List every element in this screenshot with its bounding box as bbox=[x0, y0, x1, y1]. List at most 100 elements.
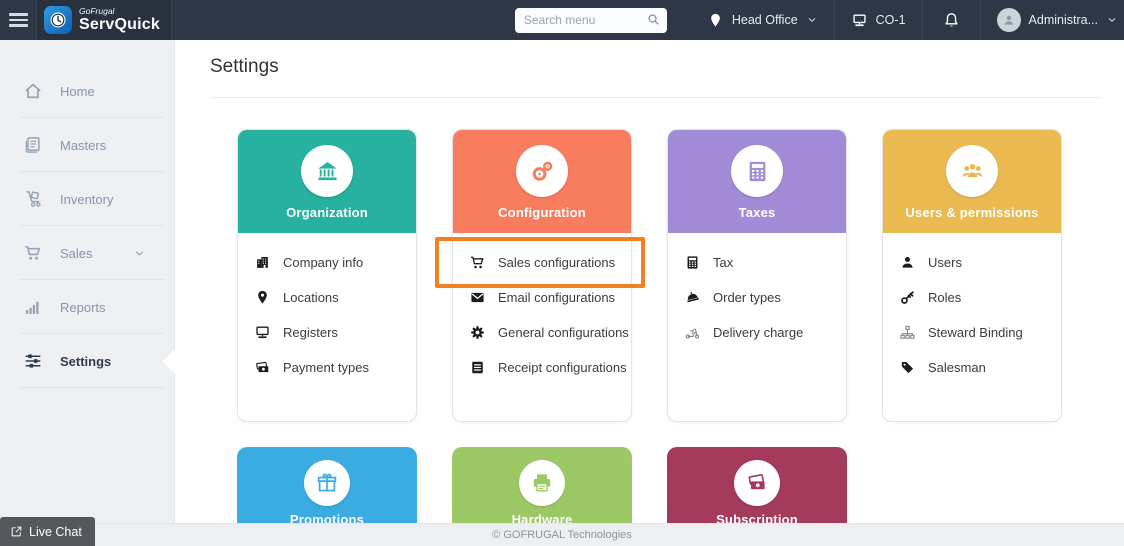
card-users-permissions: Users & permissions Users Roles Steward … bbox=[882, 129, 1062, 422]
cash-icon bbox=[745, 471, 769, 495]
user-menu[interactable]: Administra... bbox=[980, 0, 1124, 40]
servquick-clock-icon bbox=[44, 6, 72, 34]
link-roles[interactable]: Roles bbox=[899, 280, 1061, 315]
sidebar-item-label: Inventory bbox=[60, 192, 113, 207]
link-order-types[interactable]: Order types bbox=[684, 280, 846, 315]
brand-name: ServQuick bbox=[79, 17, 160, 33]
link-receipt-configurations[interactable]: Receipt configurations bbox=[469, 350, 631, 385]
monitor-icon bbox=[851, 12, 868, 29]
location-selector[interactable]: Head Office bbox=[691, 0, 834, 40]
avatar-person-icon bbox=[1001, 12, 1017, 28]
search-input[interactable] bbox=[515, 8, 667, 33]
sidebar: Home Masters Inventory Sales Reports Set… bbox=[0, 40, 175, 546]
title-divider bbox=[210, 97, 1102, 98]
gift-icon bbox=[315, 471, 339, 495]
card-icon-circle bbox=[304, 460, 350, 506]
reports-icon bbox=[23, 297, 43, 317]
card-icon-circle bbox=[946, 145, 998, 197]
sidebar-item-inventory[interactable]: Inventory bbox=[0, 172, 174, 226]
chevron-down-icon bbox=[806, 14, 818, 26]
link-delivery-charge[interactable]: Delivery charge bbox=[684, 315, 846, 350]
masters-icon bbox=[23, 135, 43, 155]
bank-icon bbox=[314, 158, 341, 185]
link-users[interactable]: Users bbox=[899, 245, 1061, 280]
card-taxes: Taxes Tax Order types Delivery charge bbox=[667, 129, 847, 422]
scooter-icon bbox=[684, 324, 701, 341]
card-configuration: Configuration Sales configurations Email… bbox=[452, 129, 632, 422]
sidebar-item-home[interactable]: Home bbox=[0, 64, 174, 118]
settings-cards-row-1: Organization Company info Locations Regi… bbox=[237, 129, 1124, 422]
link-company-info[interactable]: Company info bbox=[254, 245, 416, 280]
users-group-icon bbox=[959, 158, 986, 185]
sidebar-item-label: Sales bbox=[60, 246, 93, 261]
chevron-down-icon bbox=[133, 247, 146, 260]
sidebar-item-label: Home bbox=[60, 84, 95, 99]
card-title: Configuration bbox=[498, 205, 586, 220]
payment-cash-icon bbox=[254, 359, 271, 376]
sidebar-item-settings[interactable]: Settings bbox=[0, 334, 174, 388]
card-icon-circle bbox=[734, 460, 780, 506]
gear-icon bbox=[469, 324, 486, 341]
tag-icon bbox=[899, 359, 916, 376]
bell-icon bbox=[942, 11, 961, 30]
external-link-icon bbox=[10, 525, 23, 538]
calculator-icon bbox=[744, 158, 771, 185]
receipt-icon bbox=[469, 359, 486, 376]
calculator-icon bbox=[684, 254, 701, 271]
service-bell-icon bbox=[684, 289, 701, 306]
register-icon bbox=[254, 324, 271, 341]
sidebar-item-sales[interactable]: Sales bbox=[0, 226, 174, 280]
link-salesman[interactable]: Salesman bbox=[899, 350, 1061, 385]
app-logo: GoFrugal ServQuick bbox=[36, 0, 172, 40]
link-payment-types[interactable]: Payment types bbox=[254, 350, 416, 385]
copyright-text: © GOFRUGAL Technologies bbox=[492, 529, 632, 541]
link-tax[interactable]: Tax bbox=[684, 245, 846, 280]
card-header: Users & permissions bbox=[883, 130, 1061, 233]
link-locations[interactable]: Locations bbox=[254, 280, 416, 315]
user-label: Administra... bbox=[1029, 13, 1098, 27]
card-icon-circle bbox=[731, 145, 783, 197]
printer-icon bbox=[530, 471, 554, 495]
live-chat-button[interactable]: Live Chat bbox=[0, 517, 95, 546]
card-title: Organization bbox=[286, 205, 368, 220]
home-icon bbox=[23, 81, 43, 101]
user-icon bbox=[899, 254, 916, 271]
inventory-icon bbox=[23, 189, 43, 209]
card-icon-circle bbox=[519, 460, 565, 506]
card-organization: Organization Company info Locations Regi… bbox=[237, 129, 417, 422]
topbar: GoFrugal ServQuick Head Office CO-1 Admi… bbox=[0, 0, 1124, 40]
link-email-configurations[interactable]: Email configurations bbox=[469, 280, 631, 315]
chevron-down-icon bbox=[1106, 14, 1118, 26]
link-general-configurations[interactable]: General configurations bbox=[469, 315, 631, 350]
card-icon-circle bbox=[516, 145, 568, 197]
cart-icon bbox=[469, 254, 486, 271]
location-pin-icon bbox=[707, 12, 724, 29]
search-box bbox=[515, 8, 667, 33]
key-icon bbox=[899, 289, 916, 306]
notifications-button[interactable] bbox=[922, 0, 980, 40]
card-title: Taxes bbox=[739, 205, 776, 220]
hamburger-menu-icon[interactable] bbox=[0, 0, 36, 40]
brand-small: GoFrugal bbox=[79, 7, 160, 16]
sitemap-icon bbox=[899, 324, 916, 341]
card-header: Organization bbox=[238, 130, 416, 233]
card-header: Configuration bbox=[453, 130, 631, 233]
card-header: Taxes bbox=[668, 130, 846, 233]
sliders-icon bbox=[23, 351, 43, 371]
footer: © GOFRUGAL Technologies bbox=[0, 523, 1124, 546]
sidebar-item-reports[interactable]: Reports bbox=[0, 280, 174, 334]
location-label: Head Office bbox=[732, 13, 798, 27]
gears-icon bbox=[529, 158, 556, 185]
page-title: Settings bbox=[175, 40, 1124, 78]
link-sales-configurations[interactable]: Sales configurations bbox=[469, 245, 631, 280]
link-steward-binding[interactable]: Steward Binding bbox=[899, 315, 1061, 350]
link-registers[interactable]: Registers bbox=[254, 315, 416, 350]
main-content: Settings Organization Company info Locat… bbox=[175, 40, 1124, 546]
sidebar-item-label: Reports bbox=[60, 300, 106, 315]
building-icon bbox=[254, 254, 271, 271]
sidebar-item-label: Masters bbox=[60, 138, 106, 153]
sidebar-item-masters[interactable]: Masters bbox=[0, 118, 174, 172]
avatar bbox=[997, 8, 1021, 32]
register-indicator[interactable]: CO-1 bbox=[834, 0, 922, 40]
location-pin-icon bbox=[254, 289, 271, 306]
